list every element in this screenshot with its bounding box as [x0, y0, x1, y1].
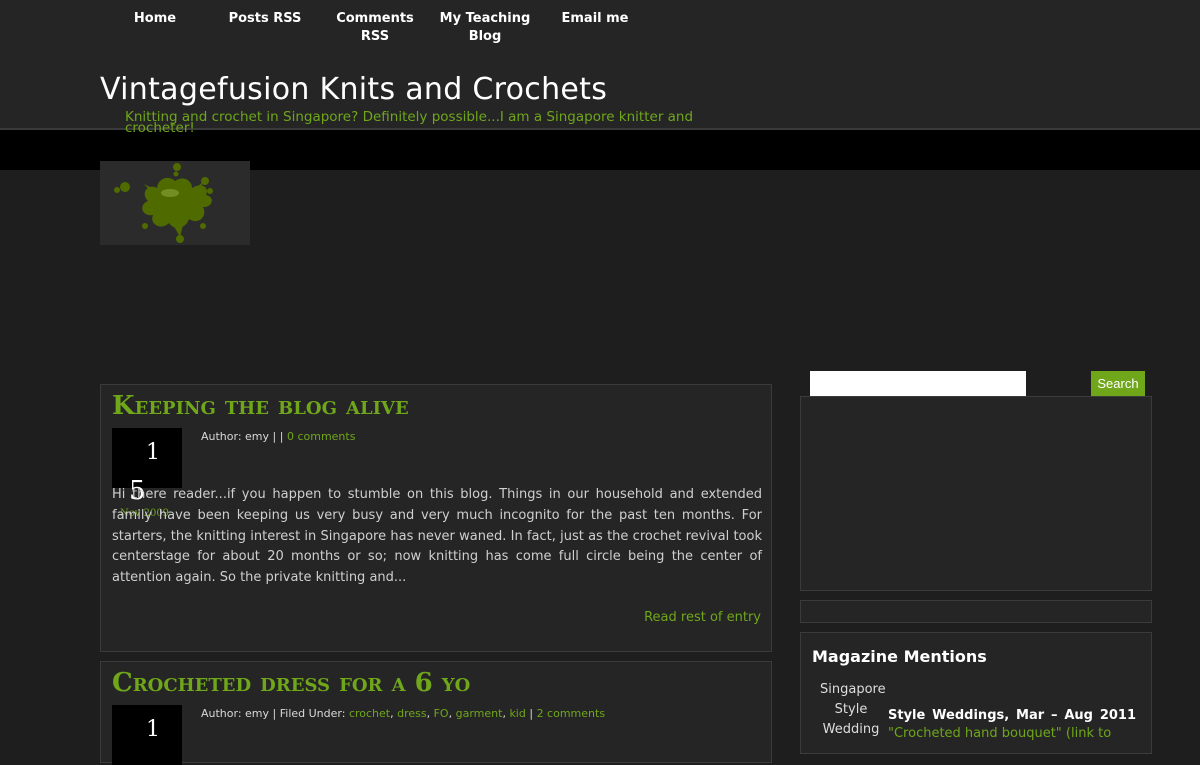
logo-splat [100, 161, 250, 245]
date-day: 1 [146, 440, 160, 465]
post-meta: Author: emy | Filed Under: crochet, dres… [201, 707, 606, 720]
post-title[interactable]: Crocheted dress for a 6 yo [112, 668, 470, 698]
sidebar-widget-empty [800, 396, 1152, 591]
post-meta: Author: emy | | 0 comments [201, 430, 355, 443]
magazine-mentions-widget: Magazine Mentions Singapore Style Weddin… [800, 632, 1152, 754]
post-date: 1 5 Nov 2009 [112, 428, 182, 519]
magazine-text: Style Weddings, Mar – Aug 2011 [888, 708, 1136, 723]
tag-kid[interactable]: kid [509, 707, 525, 720]
nav-teaching-blog[interactable]: My Teaching Blog [430, 10, 540, 46]
post-author: Author: emy | Filed Under: [201, 707, 346, 720]
magazine-description: Style Weddings, Mar – Aug 2011 "Crochete… [888, 707, 1136, 743]
nav-posts-rss[interactable]: Posts RSS [210, 10, 320, 46]
post-date: 1 [112, 705, 182, 765]
nav-comments-rss[interactable]: Comments RSS [320, 10, 430, 46]
post-crocheted-dress: Crocheted dress for a 6 yo 1 Author: emy… [100, 661, 772, 765]
tag-garment[interactable]: garment [456, 707, 503, 720]
site-title[interactable]: Vintagefusion Knits and Crochets [100, 72, 607, 107]
comments-link[interactable]: 2 comments [537, 707, 606, 720]
post-title[interactable]: Keeping the blog alive [112, 391, 409, 421]
widget-title: Magazine Mentions [812, 647, 987, 666]
date-day: 1 [146, 717, 160, 742]
top-navigation: Home Posts RSS Comments RSS My Teaching … [100, 10, 650, 46]
nav-email[interactable]: Email me [540, 10, 650, 46]
tag-dress[interactable]: dress [397, 707, 427, 720]
sidebar-widget-strip [800, 600, 1152, 623]
magazine-image-alt[interactable]: Singapore Style Wedding [820, 680, 886, 740]
magazine-link[interactable]: "Crocheted hand bouquet" (link to [888, 726, 1111, 741]
post-keeping-blog-alive: Keeping the blog alive 1 5 Nov 2009 Auth… [100, 384, 772, 652]
tag-crochet[interactable]: crochet [349, 707, 390, 720]
nav-home[interactable]: Home [100, 10, 210, 46]
site-tagline: Knitting and crochet in Singapore? Defin… [125, 109, 694, 136]
green-splat-icon [114, 163, 213, 243]
read-more-link[interactable]: Read rest of entry [644, 610, 761, 625]
search-button[interactable]: Search [1091, 371, 1145, 396]
search-input[interactable] [810, 371, 1026, 396]
tag-fo[interactable]: FO [434, 707, 449, 720]
post-excerpt: Hi there reader...if you happen to stumb… [112, 487, 762, 586]
comments-link[interactable]: 0 comments [287, 430, 356, 443]
post-author: Author: emy | | [201, 430, 284, 443]
